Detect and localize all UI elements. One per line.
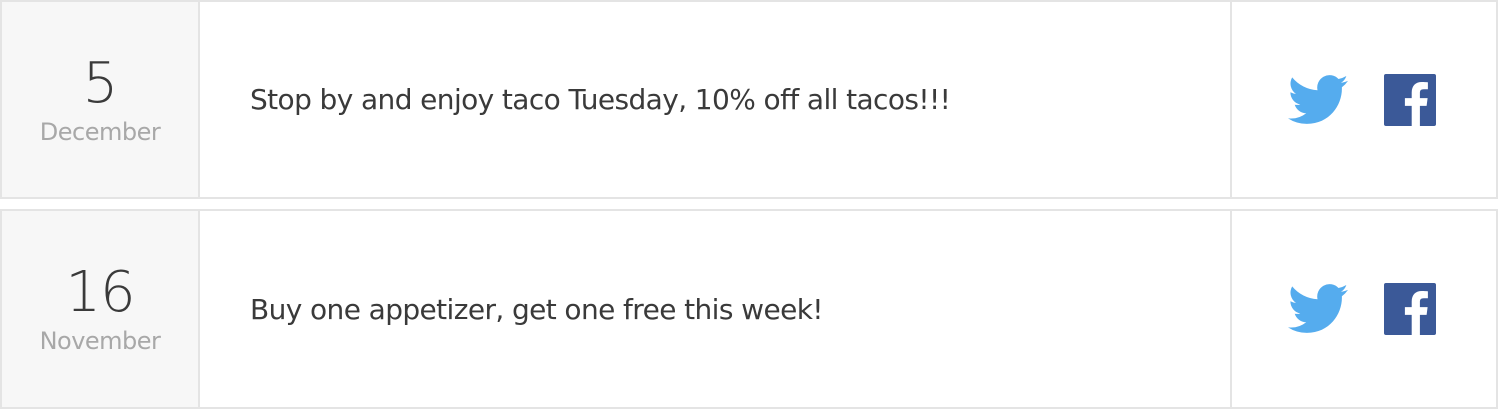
post-date: 16 November (2, 211, 200, 407)
post-day: 16 (65, 260, 135, 325)
share-actions (1230, 2, 1496, 197)
post-card: 5 December Stop by and enjoy taco Tuesda… (0, 0, 1498, 199)
post-card: 16 November Buy one appetizer, get one f… (0, 209, 1498, 409)
post-month: December (39, 117, 161, 146)
post-feed: 5 December Stop by and enjoy taco Tuesda… (0, 0, 1500, 409)
post-day: 5 (82, 50, 119, 116)
post-month: November (39, 327, 161, 355)
post-message-cell: Buy one appetizer, get one free this wee… (200, 211, 1230, 407)
twitter-bird-icon (1288, 74, 1348, 124)
twitter-bird-icon (1288, 284, 1348, 333)
post-message: Buy one appetizer, get one free this wee… (250, 292, 824, 326)
share-twitter-button[interactable] (1288, 282, 1348, 336)
post-message-cell: Stop by and enjoy taco Tuesday, 10% off … (200, 2, 1230, 197)
share-facebook-button[interactable] (1384, 73, 1436, 126)
share-facebook-button[interactable] (1384, 283, 1436, 335)
post-message: Stop by and enjoy taco Tuesday, 10% off … (250, 83, 951, 116)
facebook-f-icon (1384, 73, 1436, 126)
share-twitter-button[interactable] (1288, 73, 1348, 127)
post-date: 5 December (2, 2, 200, 197)
share-actions (1230, 211, 1496, 407)
facebook-f-icon (1384, 283, 1436, 335)
